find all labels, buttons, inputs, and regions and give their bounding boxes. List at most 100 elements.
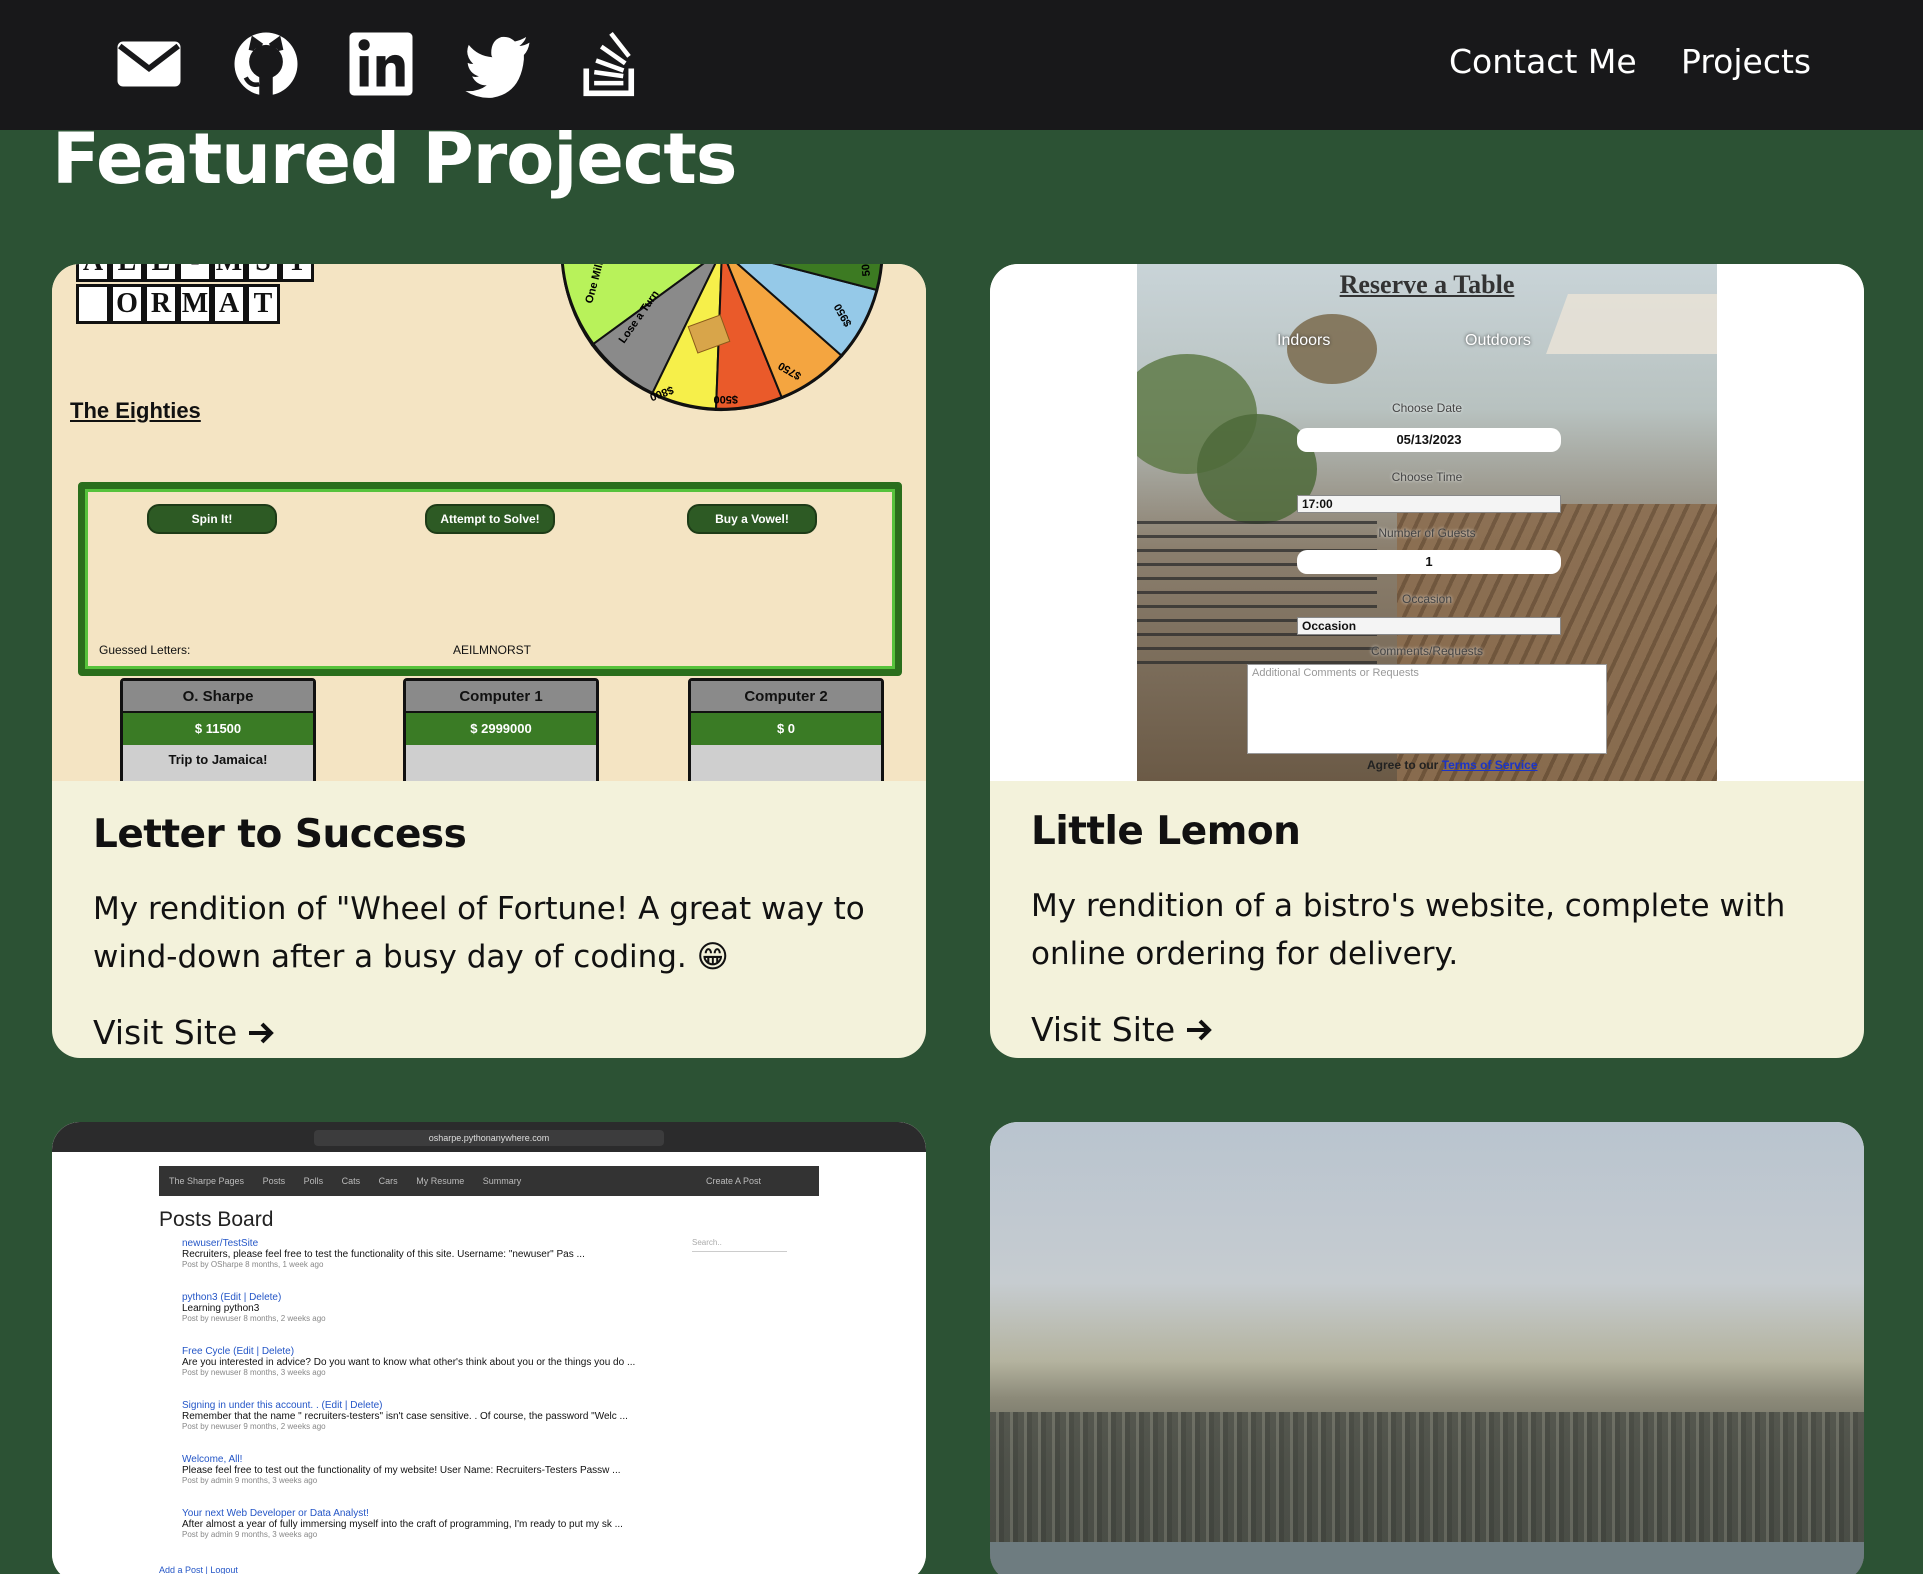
- visit-site-label: Visit Site: [1031, 1010, 1176, 1049]
- player-prize: [406, 745, 596, 775]
- browser-toolbar: osharpe.pythonanywhere.com: [52, 1122, 926, 1152]
- time-label: Choose Time: [1391, 470, 1463, 484]
- project-card-letter-to-success: A L L - M S T O R M A T: [52, 264, 926, 1058]
- post-text: Learning python3: [182, 1303, 260, 1314]
- visit-site-link[interactable]: Visit Site: [93, 1013, 277, 1052]
- envelope-icon[interactable]: [113, 28, 185, 100]
- buy-vowel-button[interactable]: Buy a Vowel!: [687, 504, 817, 534]
- top-nav: Contact Me Projects: [0, 0, 1923, 130]
- twitter-icon[interactable]: [462, 28, 534, 100]
- post-title: Welcome, All!: [182, 1454, 243, 1465]
- player-prize: Trip to Jamaica!: [168, 752, 268, 767]
- date-input[interactable]: 05/13/2023: [1297, 428, 1561, 452]
- puzzle-tile: T: [246, 284, 280, 324]
- umbrella-shape: [1546, 294, 1717, 354]
- puzzle-tile: M: [212, 264, 246, 282]
- puzzle-category: The Eighties: [70, 398, 201, 423]
- terms-link[interactable]: Terms of Service: [1442, 758, 1538, 772]
- comments-textarea[interactable]: Additional Comments or Requests: [1247, 664, 1607, 754]
- post-text: After almost a year of fully immersing m…: [182, 1519, 623, 1530]
- guests-label: Number of Guests: [1378, 526, 1476, 540]
- project-card-posts-board: osharpe.pythonanywhere.com The Sharpe Pa…: [52, 1122, 926, 1574]
- post-meta: Post by newuser 8 months, 2 weeks ago: [182, 1314, 326, 1323]
- player-score: $ 2999000: [406, 713, 596, 745]
- project-card-body: Letter to Success My rendition of "Wheel…: [93, 812, 896, 1052]
- indoors-radio[interactable]: Indoors: [1277, 332, 1330, 350]
- time-select[interactable]: 17:00: [1297, 495, 1561, 513]
- player-name: O. Sharpe: [123, 681, 313, 713]
- create-post-link: Create A Post: [705, 1176, 761, 1186]
- project-thumbnail[interactable]: Reserve a Table Indoors Outdoors Choose …: [990, 264, 1864, 781]
- post-text: Remember that the name " recruiters-test…: [182, 1411, 628, 1422]
- project-thumbnail[interactable]: [990, 1122, 1864, 1574]
- post-item: newuser/TestSite Recruiters, please feel…: [182, 1238, 585, 1269]
- post-item: python3 (Edit | Delete) Learning python3…: [182, 1292, 326, 1323]
- puzzle-tile: A: [76, 264, 110, 282]
- project-card-city: [990, 1122, 1864, 1574]
- post-item: Free Cycle (Edit | Delete) Are you inter…: [182, 1346, 635, 1377]
- game-controls-board: Spin It! Attempt to Solve! Buy a Vowel! …: [78, 482, 902, 676]
- spin-button[interactable]: Spin It!: [147, 504, 277, 534]
- comments-label: Comments/Requests: [1370, 644, 1484, 658]
- puzzle-tile: A: [212, 284, 246, 324]
- arrow-right-icon: [249, 1022, 275, 1043]
- github-icon[interactable]: [230, 28, 302, 100]
- post-title: Your next Web Developer or Data Analyst!: [182, 1508, 369, 1519]
- player-card: O. Sharpe $ 11500 Trip to Jamaica!: [120, 678, 316, 781]
- stackoverflow-icon[interactable]: [575, 28, 647, 100]
- player-card: Computer 2 $ 0: [688, 678, 884, 781]
- post-item: Your next Web Developer or Data Analyst!…: [182, 1508, 623, 1539]
- nav-item: My Resume: [416, 1176, 465, 1186]
- player-score: $ 0: [691, 713, 881, 745]
- attempt-solve-button[interactable]: Attempt to Solve!: [425, 504, 555, 534]
- puzzle-tile: L: [144, 264, 178, 282]
- visit-site-link[interactable]: Visit Site: [1031, 1010, 1215, 1049]
- site-navbar: The Sharpe Pages Posts Polls Cats Cars M…: [159, 1166, 819, 1196]
- terrace-photo: Reserve a Table Indoors Outdoors Choose …: [1137, 264, 1717, 781]
- aerial-city-photo: [990, 1122, 1864, 1574]
- post-title: Free Cycle (Edit | Delete): [182, 1346, 295, 1357]
- page-title: Featured Projects: [52, 118, 737, 200]
- project-title: Letter to Success: [93, 812, 467, 857]
- post-title: python3 (Edit | Delete): [182, 1292, 282, 1303]
- nav-item: Cats: [341, 1176, 361, 1186]
- post-meta: Post by OSharpe 8 months, 1 week ago: [182, 1260, 324, 1269]
- post-title: newuser/TestSite: [182, 1238, 259, 1249]
- post-text: Please feel free to test out the functio…: [182, 1465, 621, 1476]
- player-card: Computer 1 $ 2999000: [403, 678, 599, 781]
- nav-item: Summary: [482, 1176, 522, 1186]
- puzzle-tile: M: [178, 284, 212, 324]
- visit-site-label: Visit Site: [93, 1013, 238, 1052]
- project-card-body: Little Lemon My rendition of a bistro's …: [1031, 809, 1834, 1049]
- puzzle-tile: T: [280, 264, 314, 282]
- date-label: Choose Date: [1391, 401, 1463, 415]
- player-name: Computer 2: [691, 681, 881, 713]
- nav-item: Cars: [378, 1176, 398, 1186]
- occasion-label: Occasion: [1401, 592, 1453, 606]
- address-bar: osharpe.pythonanywhere.com: [314, 1130, 664, 1146]
- outdoors-radio[interactable]: Outdoors: [1465, 332, 1531, 350]
- project-thumbnail[interactable]: A L L - M S T O R M A T: [52, 264, 926, 781]
- post-meta: Post by newuser 9 months, 2 weeks ago: [182, 1422, 326, 1431]
- puzzle-tile: O: [110, 284, 144, 324]
- puzzle-tile: S: [246, 264, 280, 282]
- linkedin-icon[interactable]: [345, 28, 417, 100]
- wheel-label: 500: [859, 264, 873, 277]
- post-text: Recruiters, please feel free to test the…: [182, 1249, 585, 1260]
- post-title: Signing in under this account. . (Edit |…: [182, 1400, 383, 1411]
- project-thumbnail[interactable]: osharpe.pythonanywhere.com The Sharpe Pa…: [52, 1122, 926, 1574]
- site-brand: The Sharpe Pages: [169, 1176, 245, 1186]
- post-meta: Post by newuser 8 months, 3 weeks ago: [182, 1368, 326, 1377]
- puzzle-tile-blank: [76, 284, 110, 324]
- occasion-select[interactable]: Occasion: [1297, 617, 1561, 635]
- project-description: My rendition of "Wheel of Fortune! A gre…: [93, 891, 865, 975]
- posts-board-screenshot: osharpe.pythonanywhere.com The Sharpe Pa…: [52, 1122, 926, 1574]
- nav-contact-me[interactable]: Contact Me: [1449, 42, 1637, 81]
- reserve-heading: Reserve a Table: [1339, 270, 1515, 299]
- post-meta: Post by admin 9 months, 3 weeks ago: [182, 1530, 318, 1539]
- nav-projects[interactable]: Projects: [1681, 42, 1811, 81]
- post-text: Are you interested in advice? Do you wan…: [182, 1357, 636, 1368]
- guests-input[interactable]: 1: [1297, 550, 1561, 574]
- player-prize: [691, 745, 881, 775]
- river: [990, 1542, 1864, 1574]
